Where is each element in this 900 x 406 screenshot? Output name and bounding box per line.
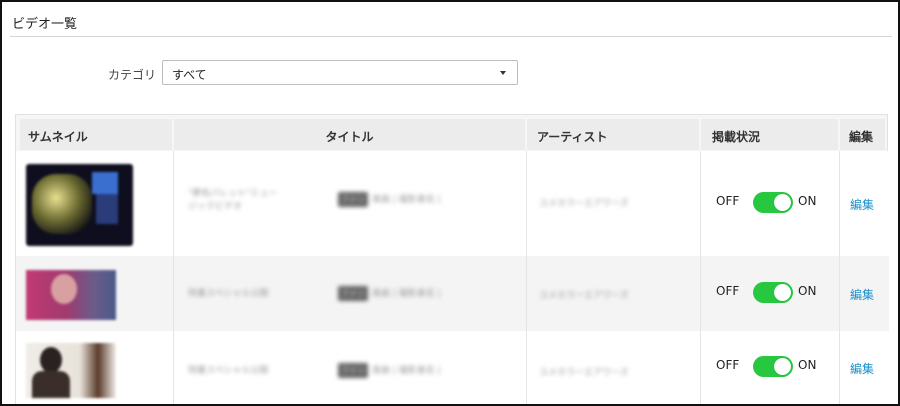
video-artist: ユメカラーエアワーズ: [539, 291, 629, 301]
table-row: 特番スペシャル公開 ファン 楽曲 | 撮影者名 | ユメカラーエアワーズ OFF …: [16, 331, 889, 404]
toggle-on-label: ON: [798, 358, 817, 372]
tag-text: 楽曲 | 撮影者名 |: [372, 366, 441, 376]
column-divider: [700, 151, 701, 404]
table-row: "夢色パレット"ミュージックビデオ ファン 楽曲 | 撮影者名 | ユメカラーエア…: [16, 151, 889, 256]
publish-toggle[interactable]: [753, 192, 793, 213]
video-list-page: ビデオ一覧 カテゴリ すべて サムネイル タイトル アーティスト 掲載状況 編集…: [0, 0, 900, 406]
header-artist: アーティスト: [527, 119, 699, 150]
category-label: カテゴリ: [108, 68, 157, 82]
header-edit: 編集: [840, 119, 885, 150]
publish-toggle-group: OFF ON: [716, 282, 836, 304]
chevron-down-icon: [500, 71, 506, 75]
tag-badge: ファン: [338, 286, 368, 301]
video-thumbnail: [26, 343, 116, 398]
video-artist: ユメカラーエアワーズ: [539, 199, 629, 209]
publish-toggle-group: OFF ON: [716, 192, 836, 214]
video-title: 特番スペシャル公開: [188, 366, 269, 376]
edit-link[interactable]: 編集: [850, 360, 874, 377]
edit-link[interactable]: 編集: [850, 286, 874, 303]
tag-badge: ファン: [338, 363, 368, 378]
category-select[interactable]: すべて: [162, 60, 518, 85]
title-divider: [10, 36, 892, 37]
publish-toggle[interactable]: [753, 356, 793, 377]
publish-toggle-group: OFF ON: [716, 356, 836, 378]
video-tags: ファン 楽曲 | 撮影者名 |: [338, 286, 441, 301]
toggle-on-label: ON: [798, 284, 817, 298]
page-title: ビデオ一覧: [12, 17, 78, 32]
toggle-off-label: OFF: [716, 284, 740, 298]
video-table: サムネイル タイトル アーティスト 掲載状況 編集 "夢色パレット"ミュージック…: [15, 114, 889, 404]
tag-badge: ファン: [338, 192, 368, 207]
video-tags: ファン 楽曲 | 撮影者名 |: [338, 363, 441, 378]
toggle-knob: [774, 358, 791, 375]
video-title: "夢色パレット"ミュージックビデオ: [188, 189, 278, 212]
tag-text: 楽曲 | 撮影者名 |: [372, 289, 441, 299]
publish-toggle[interactable]: [753, 282, 793, 303]
edit-link[interactable]: 編集: [850, 196, 874, 213]
toggle-knob: [774, 284, 791, 301]
toggle-on-label: ON: [798, 194, 817, 208]
header-published: 掲載状況: [701, 119, 838, 150]
column-divider: [526, 151, 527, 404]
category-select-value: すべて: [172, 68, 207, 82]
tag-text: 楽曲 | 撮影者名 |: [372, 195, 441, 205]
column-divider: [839, 151, 840, 404]
table-row: 特番スペシャル公開 ファン 楽曲 | 撮影者名 | ユメカラーエアワーズ OFF …: [16, 256, 889, 331]
header-title: タイトル: [174, 119, 525, 150]
toggle-knob: [774, 194, 791, 211]
video-thumbnail: [26, 270, 116, 320]
video-tags: ファン 楽曲 | 撮影者名 |: [338, 192, 441, 207]
toggle-off-label: OFF: [716, 194, 740, 208]
video-title: 特番スペシャル公開: [188, 289, 269, 299]
toggle-off-label: OFF: [716, 358, 740, 372]
video-thumbnail: [26, 164, 133, 246]
header-thumbnail: サムネイル: [20, 119, 172, 150]
column-divider: [173, 151, 174, 404]
video-artist: ユメカラーエアワーズ: [539, 368, 629, 378]
